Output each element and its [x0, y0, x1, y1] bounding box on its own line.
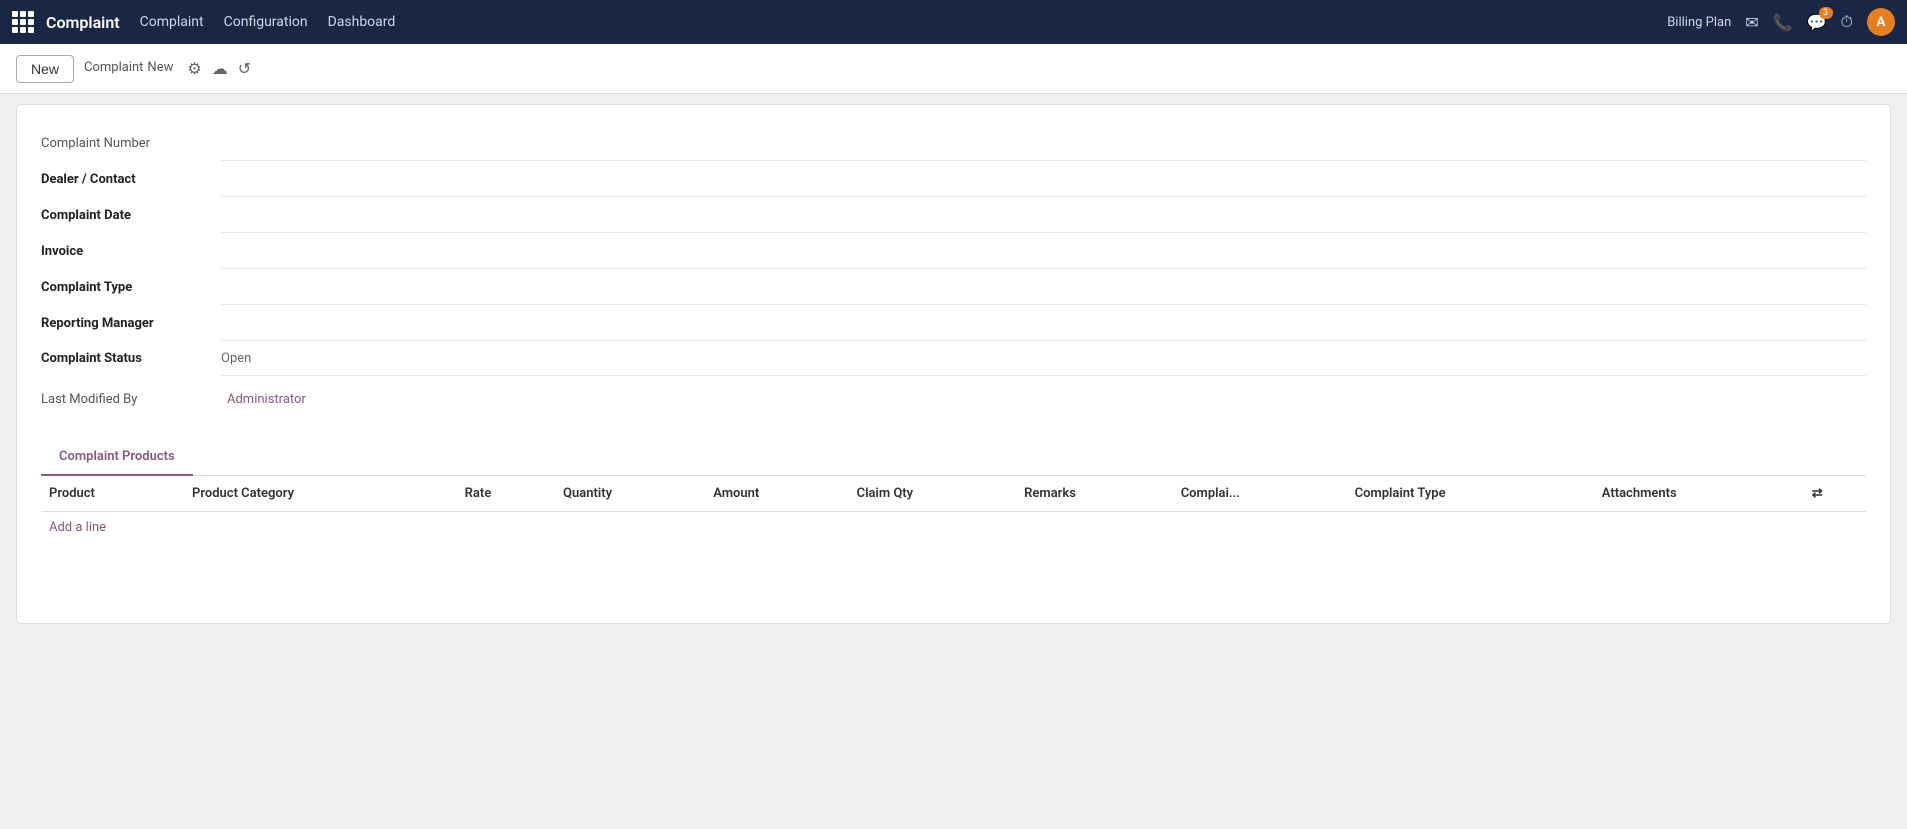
- complaint-type-field: [221, 269, 1866, 305]
- last-modified-field: Administrator: [221, 376, 1866, 423]
- tab-content: Product Product Category Rate Quantity A…: [41, 476, 1866, 543]
- col-claim-qty: Claim Qty: [849, 476, 1017, 512]
- navbar-right: Billing Plan ✉ 📞 💬 3 ⏱ A: [1667, 8, 1895, 36]
- table-body: Add a line: [41, 512, 1866, 544]
- col-amount: Amount: [705, 476, 848, 512]
- form-grid: Complaint Number Dealer / Contact Compla…: [41, 125, 1866, 423]
- dealer-label: Dealer / Contact: [41, 161, 221, 197]
- col-sort-icon[interactable]: ⇄: [1804, 476, 1866, 512]
- invoice-input[interactable]: [221, 239, 1866, 262]
- complaint-type-label: Complaint Type: [41, 269, 221, 305]
- last-modified-value[interactable]: Administrator: [221, 382, 312, 417]
- complaint-date-label: Complaint Date: [41, 197, 221, 233]
- complaint-number-input[interactable]: [221, 131, 1866, 154]
- col-complai: Complai...: [1173, 476, 1347, 512]
- phone-icon[interactable]: 📞: [1773, 13, 1793, 32]
- complaint-status-label: Complaint Status: [41, 341, 221, 376]
- tab-section: Complaint Products Product Product Categ…: [41, 439, 1866, 543]
- dealer-field: [221, 161, 1866, 197]
- nav-complaint[interactable]: Complaint: [140, 10, 204, 34]
- navbar-brand: Complaint: [12, 11, 120, 33]
- nav-links: Complaint Configuration Dashboard: [140, 10, 1648, 34]
- new-button[interactable]: New: [16, 55, 74, 83]
- dealer-input[interactable]: [221, 167, 1866, 190]
- complaint-number-label: Complaint Number: [41, 125, 221, 161]
- col-rate: Rate: [457, 476, 555, 512]
- invoice-field: [221, 233, 1866, 269]
- last-modified-label: Last Modified By: [41, 376, 221, 423]
- toolbar: New Complaint New ⚙ ☁ ↺: [0, 44, 1907, 94]
- billing-plan-label: Billing Plan: [1667, 15, 1731, 30]
- toolbar-icons: ⚙ ☁ ↺: [187, 59, 251, 78]
- refresh-icon[interactable]: ↺: [238, 59, 251, 78]
- add-line-row[interactable]: Add a line: [41, 512, 1866, 544]
- reporting-manager-field: [221, 305, 1866, 341]
- breadcrumb-current: New: [147, 61, 173, 75]
- nav-dashboard[interactable]: Dashboard: [328, 10, 396, 34]
- mail-icon[interactable]: ✉: [1745, 13, 1758, 32]
- col-product-category: Product Category: [184, 476, 457, 512]
- footer-space: [16, 624, 1891, 684]
- settings-icon[interactable]: ⚙: [187, 59, 201, 78]
- breadcrumb: Complaint New: [84, 61, 173, 75]
- clock-icon[interactable]: ⏱: [1841, 12, 1853, 32]
- complaint-date-input[interactable]: [221, 203, 1866, 226]
- brand-name[interactable]: Complaint: [46, 13, 120, 32]
- cloud-icon[interactable]: ☁: [212, 59, 228, 78]
- tab-header: Complaint Products: [41, 439, 1866, 476]
- complaint-date-field: [221, 197, 1866, 233]
- complaint-status-value: Open: [221, 351, 251, 366]
- main-content: Complaint Number Dealer / Contact Compla…: [0, 94, 1907, 829]
- invoice-label: Invoice: [41, 233, 221, 269]
- breadcrumb-parent[interactable]: Complaint: [84, 61, 143, 75]
- chat-badge: 3: [1819, 7, 1833, 19]
- col-product: Product: [41, 476, 184, 512]
- reporting-manager-input[interactable]: [221, 311, 1866, 334]
- add-line-cell[interactable]: Add a line: [41, 512, 1866, 544]
- complaint-number-field: [221, 125, 1866, 161]
- col-remarks: Remarks: [1016, 476, 1173, 512]
- reporting-manager-label: Reporting Manager: [41, 305, 221, 341]
- navbar: Complaint Complaint Configuration Dashbo…: [0, 0, 1907, 44]
- avatar[interactable]: A: [1867, 8, 1895, 36]
- complaint-type-input[interactable]: [221, 275, 1866, 298]
- bottom-padding: [41, 543, 1866, 623]
- nav-configuration[interactable]: Configuration: [224, 10, 308, 34]
- complaint-status-field: Open: [221, 341, 1866, 376]
- chat-icon[interactable]: 💬 3: [1807, 13, 1827, 32]
- table-header: Product Product Category Rate Quantity A…: [41, 476, 1866, 512]
- col-quantity: Quantity: [555, 476, 705, 512]
- grid-menu-icon[interactable]: [12, 11, 34, 33]
- products-table: Product Product Category Rate Quantity A…: [41, 476, 1866, 543]
- form-card: Complaint Number Dealer / Contact Compla…: [16, 104, 1891, 624]
- tab-complaint-products[interactable]: Complaint Products: [41, 439, 193, 476]
- col-complaint-type: Complaint Type: [1347, 476, 1594, 512]
- col-attachments: Attachments: [1594, 476, 1804, 512]
